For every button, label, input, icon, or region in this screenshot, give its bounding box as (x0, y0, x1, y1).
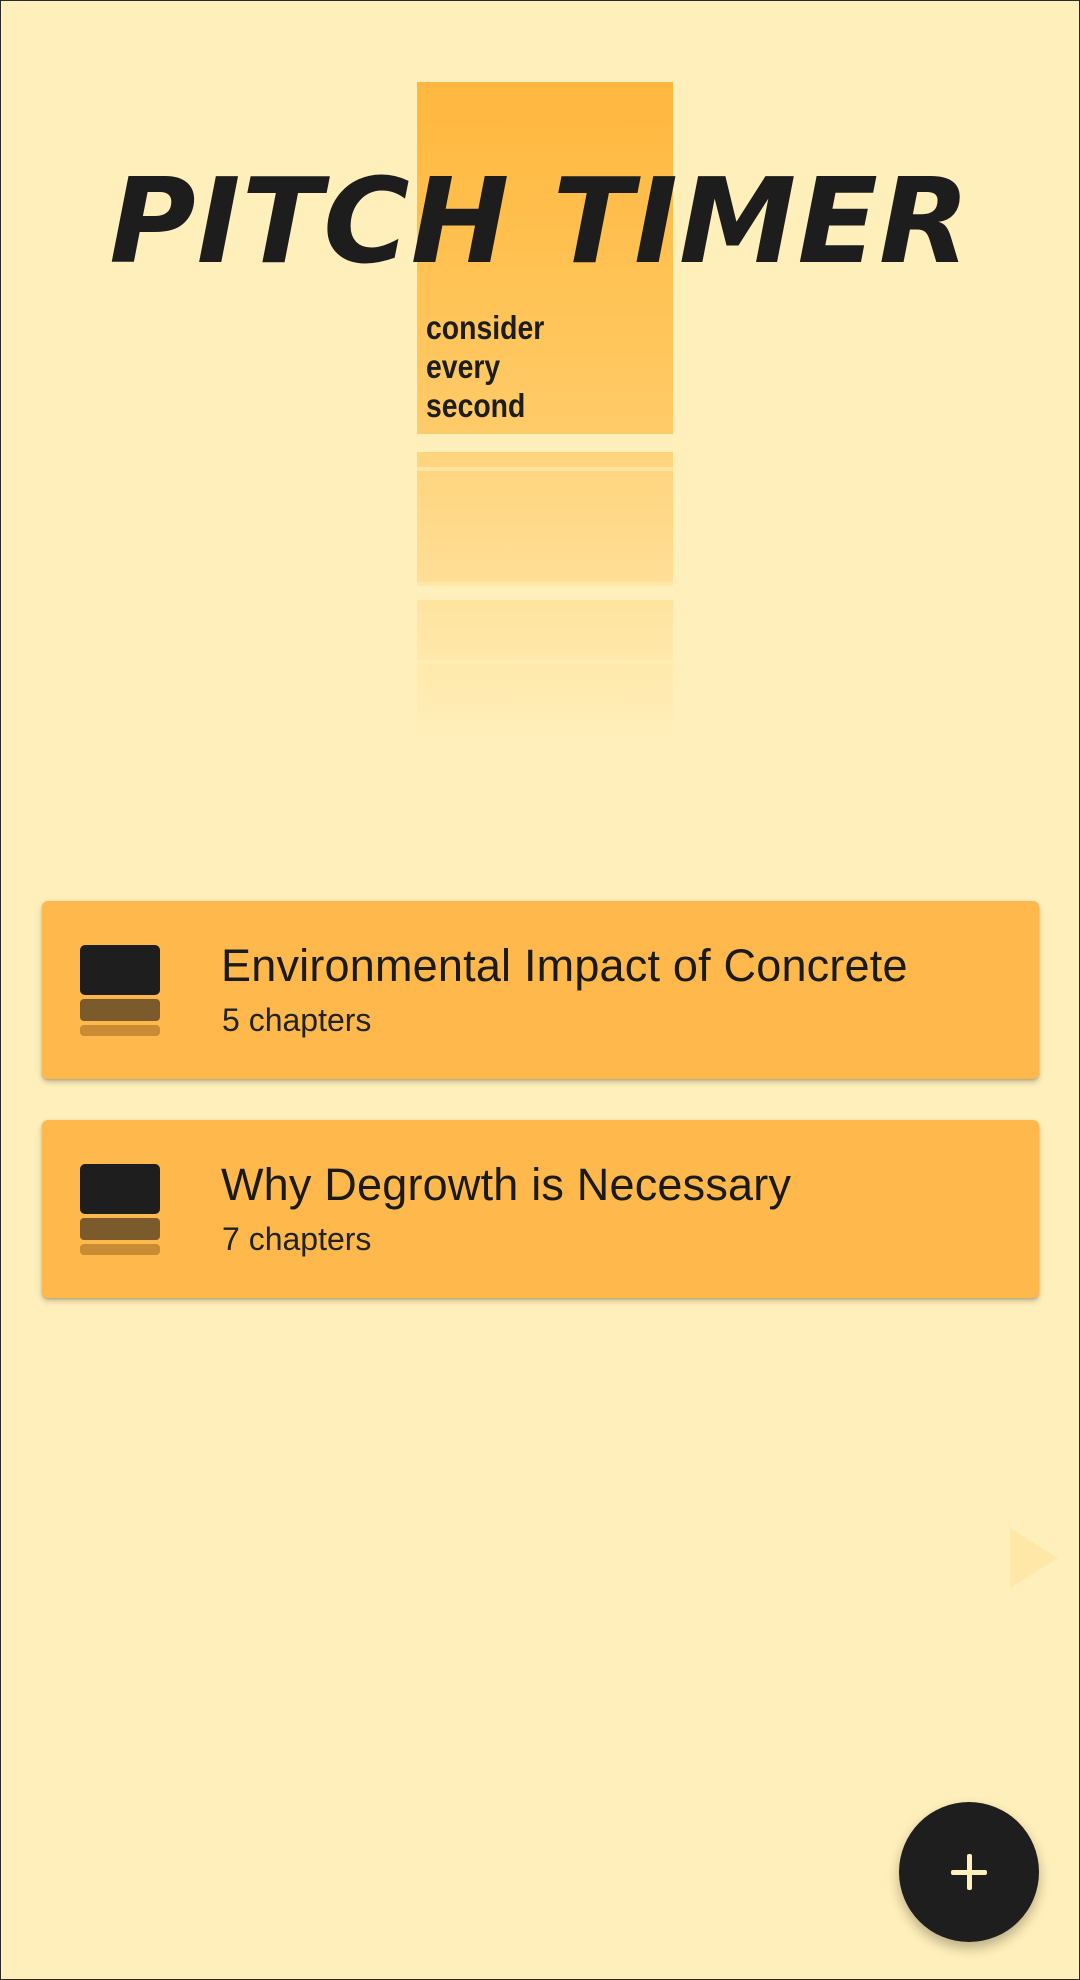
project-card[interactable]: Environmental Impact of Concrete 5 chapt… (42, 901, 1039, 1079)
project-chapter-count: 5 chapters (222, 1002, 372, 1038)
project-list: Environmental Impact of Concrete 5 chapt… (42, 901, 1039, 1339)
project-title: Environmental Impact of Concrete (221, 940, 908, 991)
project-chapter-count: 7 chapters (222, 1221, 372, 1257)
stack-icon (80, 945, 160, 1037)
tagline-line: second (426, 387, 526, 424)
logo-stripe-divider (417, 467, 673, 471)
add-project-button[interactable] (899, 1802, 1039, 1942)
stack-icon (80, 1164, 160, 1256)
logo-stripe-divider (417, 582, 673, 586)
app-tagline: consider every second (426, 308, 598, 425)
tagline-line: consider (426, 309, 545, 346)
play-hint-icon (1010, 1528, 1058, 1588)
project-title: Why Degrowth is Necessary (221, 1159, 792, 1210)
logo-stripe-divider (417, 660, 673, 664)
project-card[interactable]: Why Degrowth is Necessary 7 chapters (42, 1120, 1039, 1298)
logo-stripe-fade (417, 452, 673, 586)
app-logo: PITCH TIMER consider every second (0, 0, 1080, 760)
tagline-line: every (426, 348, 501, 385)
app-title: PITCH TIMER (109, 152, 971, 290)
logo-stripe-fade (417, 600, 673, 740)
